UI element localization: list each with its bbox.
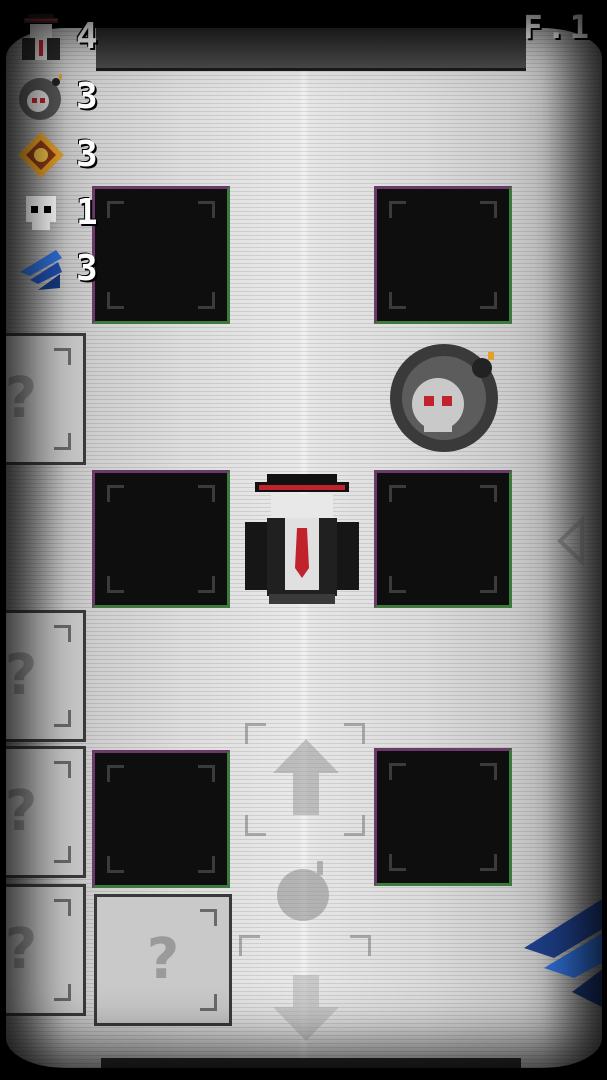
question-mark: ? [6, 779, 38, 844]
scroll-right-arrow-icon[interactable] [554, 516, 588, 566]
hud-lives: 4 [16, 12, 136, 62]
pit-tile [374, 470, 512, 608]
lives-count: 4 [76, 16, 98, 57]
unknown-tile: ? [6, 746, 86, 878]
pit-tile [92, 750, 230, 888]
pit-tile [92, 470, 230, 608]
skull-bomb-icon [19, 74, 62, 120]
agent-head-icon [22, 14, 60, 60]
hud-compass: 3 [16, 130, 136, 180]
pit-tile [374, 186, 512, 324]
pit-tile [374, 748, 512, 886]
question-mark: ? [146, 927, 180, 992]
skull-icon [26, 196, 56, 230]
floor-indicator: F.1 [523, 8, 593, 46]
skull-bomb-pickup[interactable] [386, 338, 506, 458]
bomb-count: 3 [76, 76, 98, 117]
dash-chevron-icon[interactable] [514, 888, 602, 1018]
question-mark: ? [6, 366, 38, 431]
hud-kills: 1 [16, 188, 136, 238]
unknown-tile: ? [6, 333, 86, 465]
question-mark: ? [6, 917, 38, 982]
unknown-tile: ? [6, 884, 86, 1016]
hud-dashes: 3 [16, 244, 136, 294]
compass-gem-icon [18, 132, 64, 178]
move-down-arrow-icon[interactable] [271, 973, 341, 1043]
move-up-arrow-icon[interactable] [271, 737, 341, 817]
blue-chevron-icon [20, 250, 62, 290]
compass-count: 3 [76, 134, 98, 175]
dpad-controls[interactable] [235, 715, 375, 1045]
top-wall [96, 28, 526, 71]
kill-count: 1 [76, 192, 98, 233]
unknown-tile: ? [94, 894, 232, 1026]
question-mark: ? [6, 643, 38, 708]
dash-count: 3 [76, 248, 98, 289]
player-agent [245, 474, 359, 604]
bottom-wall [101, 1058, 521, 1068]
game-screen: ? ? ? ? ? 4 3 3 1 3 F.1 [0, 0, 607, 1080]
unknown-tile: ? [6, 610, 86, 742]
hud-bombs: 3 [16, 72, 136, 122]
bomb-button-icon[interactable] [271, 855, 341, 925]
